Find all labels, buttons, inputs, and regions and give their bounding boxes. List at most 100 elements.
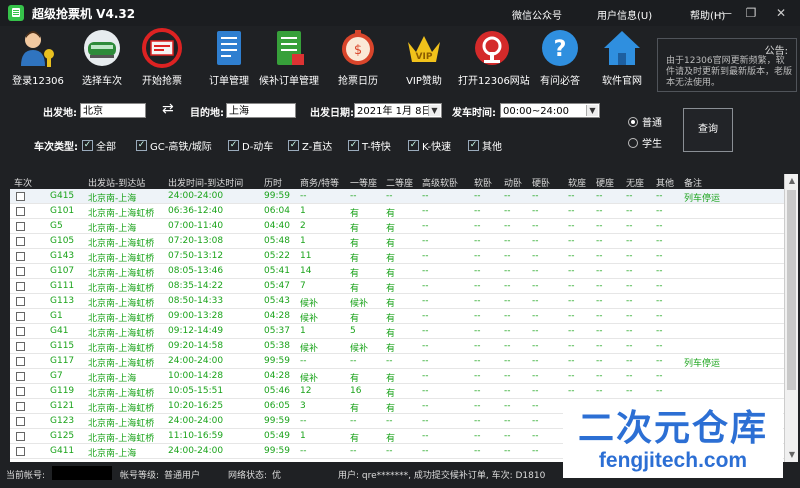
open-12306-button[interactable]: 打开12306网站 (458, 26, 530, 90)
table-row[interactable]: G111 北京南-上海虹桥 08:35-14:22 05:47 7 有 有 -- -- -- -- -… (10, 279, 784, 294)
row-checkbox[interactable] (16, 237, 25, 246)
column-header[interactable]: 历时 (264, 176, 282, 189)
select-train-label: 选择车次 (82, 76, 122, 87)
row-checkbox[interactable] (16, 267, 25, 276)
table-cell: -- (532, 281, 539, 291)
column-header[interactable]: 一等座 (350, 176, 377, 189)
column-header[interactable]: 动卧 (504, 176, 522, 189)
type-t-checkbox[interactable]: ✓ T-特快 (348, 138, 391, 153)
row-checkbox[interactable] (16, 192, 25, 201)
table-cell: 07:00-11:40 (168, 221, 224, 231)
table-cell: -- (474, 311, 481, 321)
table-row[interactable]: G143 北京南-上海虹桥 07:50-13:12 05:22 11 有 有 -- -- -- --… (10, 249, 784, 264)
menu-wechat[interactable]: 微信公众号 (512, 7, 562, 22)
faq-button[interactable]: ? 有问必答 (526, 26, 594, 90)
table-row[interactable]: G119 北京南-上海虹桥 10:05-15:51 05:46 12 16 有 -- -- -- -… (10, 384, 784, 399)
column-header[interactable]: 硬座 (596, 176, 614, 189)
time-select[interactable]: 00:00~24:00 ▼ (500, 103, 600, 118)
column-header[interactable]: 软卧 (474, 176, 492, 189)
table-row[interactable]: G117 北京南-上海虹桥 24:00-24:00 99:59 -- -- -- -- -- --… (10, 354, 784, 369)
table-cell: -- (504, 431, 511, 441)
scroll-down-icon[interactable]: ▼ (785, 448, 798, 462)
table-cell: -- (386, 191, 393, 201)
vertical-scrollbar[interactable]: ▲ ▼ (784, 174, 798, 462)
row-checkbox[interactable] (16, 357, 25, 366)
close-button[interactable]: ✕ (770, 2, 792, 24)
ticket-student-radio[interactable]: 学生 (628, 135, 662, 150)
table-cell: 5 (350, 326, 356, 336)
maximize-button[interactable]: ❐ (740, 2, 762, 24)
start-grab-button[interactable]: 开始抢票 (128, 26, 196, 90)
row-checkbox[interactable] (16, 297, 25, 306)
grab-calendar-button[interactable]: $ 抢票日历 (324, 26, 392, 90)
type-other-checkbox[interactable]: ✓ 其他 (468, 138, 502, 153)
table-cell: -- (532, 206, 539, 216)
row-checkbox[interactable] (16, 282, 25, 291)
table-cell: -- (626, 206, 633, 216)
column-header[interactable]: 无座 (626, 176, 644, 189)
column-header[interactable]: 出发站-到达站 (88, 176, 145, 189)
table-row[interactable]: G107 北京南-上海虹桥 08:05-13:46 05:41 14 有 有 -- -- -- --… (10, 264, 784, 279)
column-header[interactable]: 出发时间-到达时间 (168, 176, 243, 189)
chevron-down-icon[interactable]: ▼ (428, 105, 440, 116)
table-row[interactable]: G415 北京南-上海 24:00-24:00 99:59 -- -- -- -- -- -- --… (10, 189, 784, 204)
row-checkbox[interactable] (16, 372, 25, 381)
column-header[interactable]: 二等座 (386, 176, 413, 189)
table-row[interactable]: G1 北京南-上海虹桥 09:00-13:28 04:28 候补 有 有 -- -- -- -- --… (10, 309, 784, 324)
table-cell: -- (596, 386, 603, 396)
row-checkbox[interactable] (16, 312, 25, 321)
date-picker[interactable]: 2021年 1月 8日 ▼ (354, 103, 442, 118)
login-12306-button[interactable]: 登录12306 (4, 26, 72, 90)
table-row[interactable]: G113 北京南-上海虹桥 08:50-14:33 05:43 候补 候补 有 -- -- -- -… (10, 294, 784, 309)
row-checkbox[interactable] (16, 432, 25, 441)
type-d-checkbox[interactable]: ✓ D-动车 (228, 138, 273, 153)
type-all-checkbox[interactable]: ✓ 全部 (82, 138, 116, 153)
type-gc-checkbox[interactable]: ✓ GC-高铁/城际 (136, 138, 212, 153)
table-row[interactable]: G115 北京南-上海虹桥 09:20-14:58 05:38 候补 候补 有 -- -- -- -… (10, 339, 784, 354)
column-header[interactable]: 高级软卧 (422, 176, 458, 189)
table-cell: -- (656, 206, 663, 216)
type-k-checkbox[interactable]: ✓ K-快速 (408, 138, 451, 153)
order-manage-button[interactable]: 订单管理 (195, 26, 263, 90)
table-cell: -- (626, 251, 633, 261)
menu-user-info[interactable]: 用户信息(U) (597, 7, 652, 22)
official-site-button[interactable]: 软件官网 (588, 26, 656, 90)
select-train-button[interactable]: 选择车次 (68, 26, 136, 90)
row-checkbox[interactable] (16, 387, 25, 396)
column-header[interactable]: 商务/特等 (300, 176, 339, 189)
column-header[interactable]: 备注 (684, 176, 702, 189)
chevron-down-icon[interactable]: ▼ (586, 105, 598, 116)
scroll-thumb[interactable] (787, 190, 796, 390)
row-checkbox[interactable] (16, 447, 25, 456)
column-header[interactable]: 软座 (568, 176, 586, 189)
table-row[interactable]: G101 北京南-上海虹桥 06:36-12:40 06:04 1 有 有 -- -- -- -- -… (10, 204, 784, 219)
table-row[interactable]: G7 北京南-上海 10:00-14:28 04:28 候补 有 有 -- -- -- -- -- --… (10, 369, 784, 384)
swap-icon[interactable]: ⇄ (162, 101, 174, 117)
row-checkbox[interactable] (16, 327, 25, 336)
row-checkbox[interactable] (16, 342, 25, 351)
table-row[interactable]: G41 北京南-上海虹桥 09:12-14:49 05:37 1 5 有 -- -- -- -- --… (10, 324, 784, 339)
row-checkbox[interactable] (16, 222, 25, 231)
column-header[interactable]: 硬卧 (532, 176, 550, 189)
table-cell: 07:50-13:12 (168, 251, 224, 261)
row-checkbox[interactable] (16, 402, 25, 411)
ticket-normal-radio[interactable]: 普通 (628, 114, 662, 129)
table-cell: -- (532, 446, 539, 456)
table-cell: -- (350, 416, 357, 426)
row-checkbox[interactable] (16, 417, 25, 426)
scroll-up-icon[interactable]: ▲ (785, 174, 798, 188)
from-input[interactable]: 北京 (80, 103, 146, 118)
table-row[interactable]: G5 北京南-上海 07:00-11:40 04:40 2 有 有 -- -- -- -- -- -- -… (10, 219, 784, 234)
row-checkbox[interactable] (16, 207, 25, 216)
column-header[interactable]: 车次 (14, 176, 32, 189)
query-button[interactable]: 查询 (683, 108, 733, 152)
row-checkbox[interactable] (16, 252, 25, 261)
table-row[interactable]: G105 北京南-上海虹桥 07:20-13:08 05:48 1 有 有 -- -- -- -- -… (10, 234, 784, 249)
minimize-button[interactable]: — (715, 2, 737, 24)
column-header[interactable]: 其他 (656, 176, 674, 189)
table-cell: 北京南-上海虹桥 (88, 344, 155, 354)
to-input[interactable]: 上海 (226, 103, 296, 118)
type-z-checkbox[interactable]: ✓ Z-直达 (288, 138, 332, 153)
vip-sponsor-button[interactable]: VIP VIP赞助 (390, 26, 458, 90)
waitlist-manage-button[interactable]: 候补订单管理 (255, 26, 323, 90)
